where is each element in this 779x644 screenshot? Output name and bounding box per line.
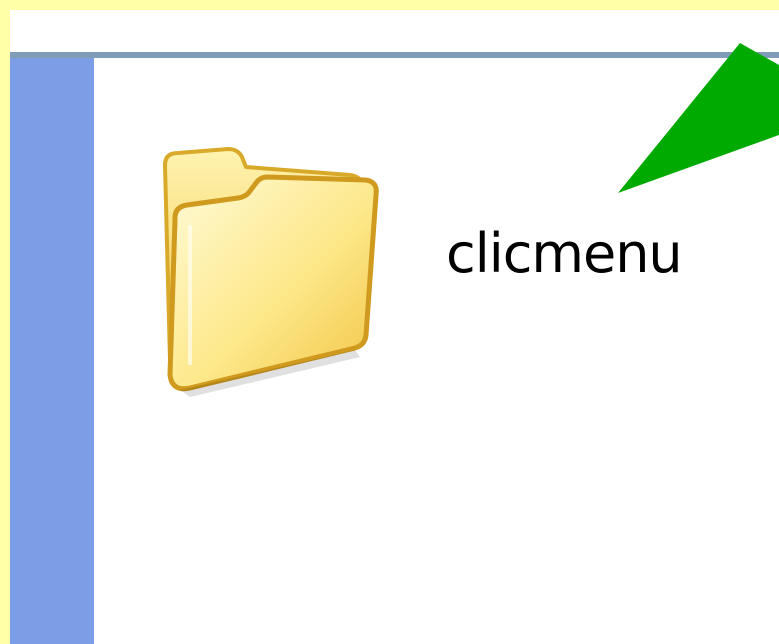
- green-arrow-icon: [618, 43, 779, 193]
- screenshot-frame: clicmenu: [0, 0, 779, 644]
- folder-icon: [163, 147, 379, 397]
- folder-name-label: clicmenu: [446, 222, 683, 285]
- left-task-pane: [10, 58, 94, 644]
